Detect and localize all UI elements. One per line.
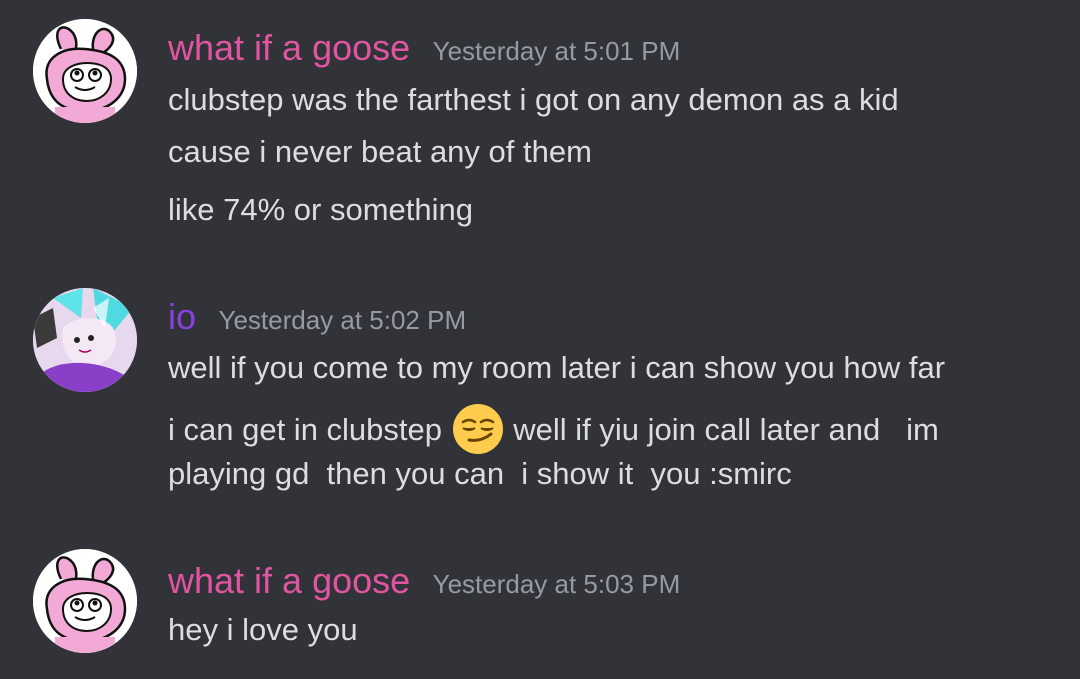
purple-cyan-character-avatar[interactable]	[33, 288, 137, 392]
timestamp[interactable]: Yesterday at 5:03 PM	[433, 569, 681, 599]
message-line: clubstep was the farthest i got on any d…	[168, 82, 899, 117]
smirking-face-emoji[interactable]	[451, 402, 505, 456]
timestamp[interactable]: Yesterday at 5:01 PM	[433, 36, 681, 66]
message-line: hey i love you	[168, 612, 358, 647]
pink-bunny-avatar[interactable]	[33, 549, 137, 653]
message-text: i can get in clubstep	[168, 412, 443, 447]
message-header: io Yesterday at 5:02 PM	[168, 296, 466, 338]
message-header: what if a goose Yesterday at 5:03 PM	[168, 560, 680, 602]
pink-bunny-avatar[interactable]	[33, 19, 137, 123]
message-header: what if a goose Yesterday at 5:01 PM	[168, 27, 680, 69]
username[interactable]: io	[168, 296, 196, 337]
username[interactable]: what if a goose	[168, 560, 410, 601]
chat-message-list: what if a goose Yesterday at 5:01 PM clu…	[0, 0, 1080, 679]
timestamp[interactable]: Yesterday at 5:02 PM	[218, 305, 466, 335]
message-line: cause i never beat any of them	[168, 134, 592, 169]
message-text: well if yiu join call later and im	[513, 412, 939, 447]
message-line: like 74% or something	[168, 192, 473, 227]
message-line: well if you come to my room later i can …	[168, 350, 946, 385]
username[interactable]: what if a goose	[168, 27, 410, 68]
pink-bunny-avatar-icon	[33, 19, 137, 123]
message-line: playing gd then you can i show it you :s…	[168, 456, 792, 491]
pink-bunny-avatar-icon	[33, 549, 137, 653]
message-line: i can get in clubstep well if yiu join c…	[168, 402, 939, 456]
purple-cyan-character-avatar-icon	[33, 288, 137, 392]
